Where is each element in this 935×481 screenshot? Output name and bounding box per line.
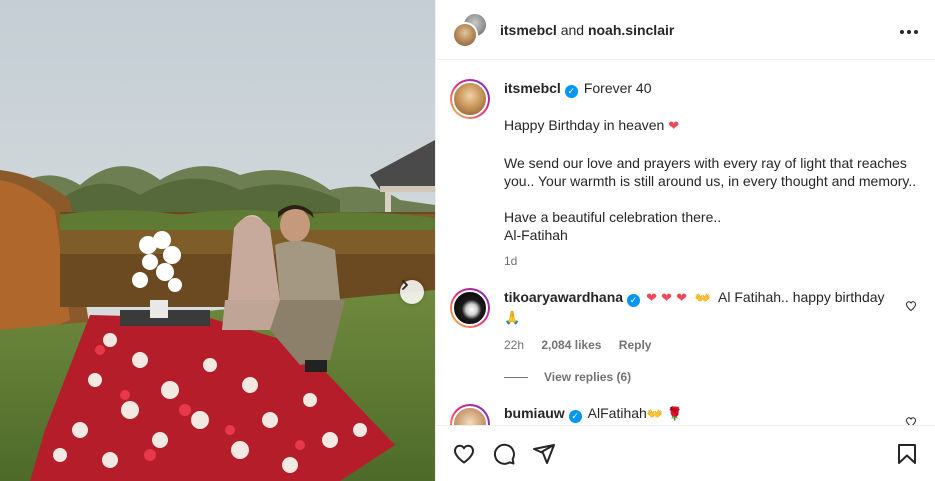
share-icon[interactable] [532,442,556,466]
more-options-button[interactable] [899,19,919,40]
next-arrow-icon [402,280,408,290]
avatar-tikoaryawardhana[interactable] [450,288,490,328]
caption-body: itsmebcl ✓ Forever 40 Happy Birthday in he… [504,79,921,270]
view-replies-label: View replies (6) [544,370,632,384]
rose-emoji: 🌹 [666,407,684,422]
comment-body: bumiauw ✓ AlFatihah👐 🌹 [504,404,921,425]
next-photo-button[interactable] [400,280,424,304]
caption-line-1: Happy Birthday in heaven [504,117,665,133]
open-hands-emoji: 👐 [694,291,711,306]
author-link-2[interactable]: noah.sinclair [588,22,674,38]
verified-badge-icon: ✓ [568,410,582,423]
open-hands-emoji: 👐 [646,407,664,422]
comment-time[interactable]: 22h [504,338,524,352]
avatar-itsmebcl[interactable] [450,79,490,119]
more-horizontal-icon [900,30,918,34]
post-actions-bar [436,425,935,481]
like-icon[interactable] [452,442,476,466]
caption-time[interactable]: 1d [504,254,517,268]
avatar-itsmebcl [452,21,478,48]
comment-like-icon[interactable] [905,416,917,425]
comment-text: Al Fatihah.. happy birthday [718,289,885,305]
caption-line-3b: Al-Fatihah [504,227,568,243]
authors-separator: and [560,21,585,38]
avatar-bumiauw[interactable] [450,404,490,425]
photo-scene [0,0,435,481]
reply-button[interactable]: Reply [619,338,652,352]
comment-like-icon[interactable] [905,300,917,312]
comment-text: AlFatihah [587,405,647,421]
caption-line-2: We send our love and prayers with every … [504,155,917,189]
post-photo[interactable] [0,0,435,481]
verified-badge-icon: ✓ [627,294,641,307]
comment-meta: 22h 2,084 likes Reply [504,336,921,354]
comment-likes[interactable]: 2,084 likes [541,338,601,352]
author-link-1[interactable]: itsmebcl [500,22,557,38]
view-replies-button[interactable]: View replies (6) [504,370,921,384]
comment-icon[interactable] [492,442,516,466]
post-header: itsmebcl and noah.sinclair [436,0,935,60]
caption-row: itsmebcl ✓ Forever 40 Happy Birthday in he… [450,79,921,270]
pray-emoji: 🙏 [504,311,521,326]
verified-badge-icon: ✓ [564,85,578,98]
comment-username[interactable]: bumiauw [504,405,565,421]
comment-row: bumiauw ✓ AlFatihah👐 🌹 [450,404,921,425]
caption-line-3a: Have a beautiful celebration there.. [504,209,722,225]
save-icon[interactable] [895,442,919,466]
hearts-emoji: ❤ ❤ ❤ [646,291,688,306]
comment-body: tikoaryawardhana ✓ ❤ ❤ ❤ 👐 Al Fatihah.. ha… [504,288,921,354]
collab-avatars[interactable] [450,11,488,48]
instagram-post: itsmebcl and noah.sinclair itsmebcl ✓ Fore… [0,0,935,481]
post-side-panel: itsmebcl and noah.sinclair itsmebcl ✓ Fore… [435,0,935,481]
post-authors: itsmebcl and noah.sinclair [500,22,674,38]
comment-username[interactable]: tikoaryawardhana [504,289,623,305]
caption-meta: 1d [504,252,921,270]
comment-row: tikoaryawardhana ✓ ❤ ❤ ❤ 👐 Al Fatihah.. ha… [450,288,921,354]
replies-divider [504,376,528,378]
caption-title: Forever 40 [583,80,652,96]
heart-emoji: ❤ [668,119,680,134]
caption-username[interactable]: itsmebcl [504,80,561,96]
comments-list[interactable]: itsmebcl ✓ Forever 40 Happy Birthday in he… [436,61,935,425]
